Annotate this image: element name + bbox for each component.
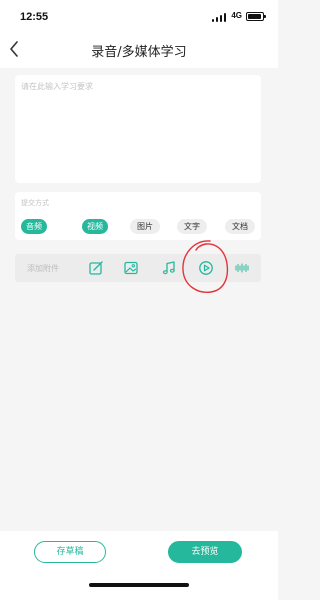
page-title: 录音/多媒体学习 xyxy=(91,45,187,60)
attachment-label: 添加附件 xyxy=(27,264,59,273)
signal-icon xyxy=(212,13,226,22)
attachment-bar: 添加附件 xyxy=(15,254,261,282)
video-play-icon[interactable] xyxy=(198,260,214,276)
save-draft-button[interactable]: 存草稿 xyxy=(34,541,106,563)
bottom-action-bar: 存草稿 去预览 xyxy=(0,531,278,600)
status-time: 12:55 xyxy=(20,11,49,23)
chip-image[interactable]: 图片 xyxy=(130,219,160,234)
submit-method-card: 提交方式 音频 视频 图片 文字 文档 xyxy=(15,192,261,240)
requirement-card xyxy=(15,75,261,183)
music-note-icon[interactable] xyxy=(161,260,177,276)
chip-text[interactable]: 文字 xyxy=(177,219,207,234)
status-bar: 12:55 4G xyxy=(0,0,278,30)
image-icon[interactable] xyxy=(123,260,139,276)
requirement-input[interactable] xyxy=(19,79,257,179)
status-indicators: 4G xyxy=(204,11,266,22)
preview-button[interactable]: 去预览 xyxy=(168,541,242,563)
nav-bar: 录音/多媒体学习 xyxy=(0,30,278,68)
battery-icon xyxy=(246,12,266,21)
chip-video[interactable]: 视频 xyxy=(82,219,108,234)
audio-wave-icon[interactable] xyxy=(234,260,250,276)
home-indicator xyxy=(89,583,189,587)
edit-icon[interactable] xyxy=(88,260,104,276)
network-type: 4G xyxy=(231,11,242,20)
submit-method-label: 提交方式 xyxy=(21,199,49,207)
chip-audio[interactable]: 音频 xyxy=(21,219,47,234)
chip-document[interactable]: 文档 xyxy=(225,219,255,234)
